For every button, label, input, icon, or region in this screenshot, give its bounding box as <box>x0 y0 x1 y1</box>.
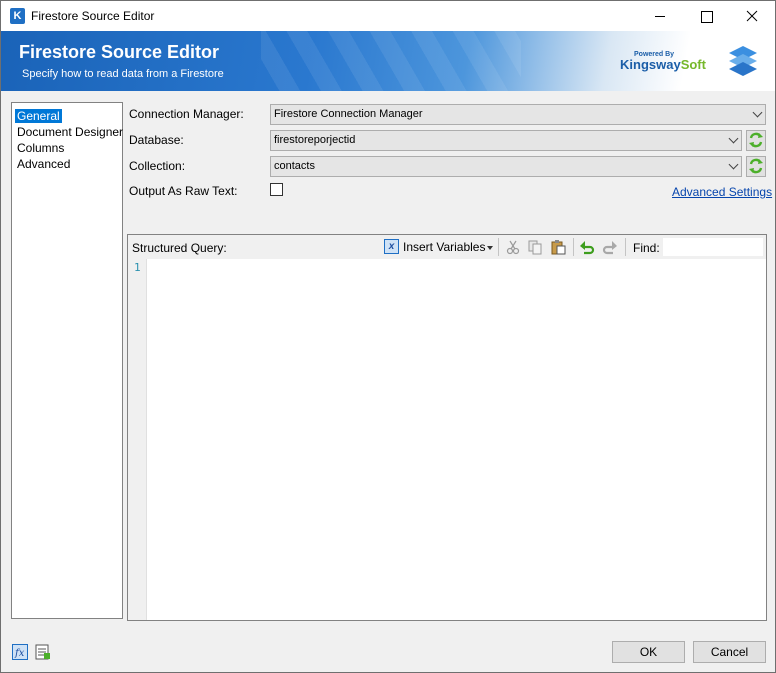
expression-fx-icon[interactable]: fx <box>12 644 28 660</box>
raw-text-label: Output As Raw Text: <box>129 184 238 198</box>
kingswaysoft-k-icon: K <box>10 8 25 24</box>
maximize-button[interactable] <box>683 1 729 31</box>
query-editor[interactable]: 1 <box>128 259 766 620</box>
firestore-logo-icon <box>729 46 757 76</box>
collection-refresh-button[interactable] <box>746 156 766 177</box>
cut-icon[interactable] <box>505 239 521 255</box>
undo-icon[interactable] <box>579 239 595 255</box>
structured-query-panel: Structured Query: x Insert Variables Fin… <box>127 234 767 621</box>
redo-icon[interactable] <box>602 239 618 255</box>
window-title: Firestore Source Editor <box>31 9 155 23</box>
ok-button[interactable]: OK <box>612 641 685 663</box>
kingswaysoft-logo: Powered By KingswaySoft <box>618 49 713 77</box>
nav-list: General Document Designer Columns Advanc… <box>11 102 123 619</box>
nav-item-label: Advanced <box>17 157 71 171</box>
collection-label: Collection: <box>129 159 186 173</box>
database-value: firestoreporjectid <box>274 134 356 146</box>
banner-title: Firestore Source Editor <box>19 42 220 62</box>
advanced-settings-link[interactable]: Advanced Settings <box>672 185 772 199</box>
nav-item-label: General <box>15 109 62 123</box>
database-refresh-button[interactable] <box>746 130 766 151</box>
title-bar[interactable]: K Firestore Source Editor <box>1 1 775 31</box>
find-input[interactable] <box>663 238 763 256</box>
connection-manager-value: Firestore Connection Manager <box>274 108 423 120</box>
banner-subtitle: Specify how to read data from a Firestor… <box>22 68 224 80</box>
nav-item-document-designer[interactable]: Document Designer <box>12 124 124 140</box>
refresh-icon <box>749 132 763 148</box>
raw-text-checkbox[interactable] <box>270 183 283 196</box>
brand-name: KingswaySoft <box>620 57 706 72</box>
connection-manager-label: Connection Manager: <box>129 107 244 121</box>
line-number-gutter: 1 <box>128 259 147 620</box>
chevron-down-icon <box>728 133 739 144</box>
structured-query-label: Structured Query: <box>132 241 227 255</box>
chevron-down-icon <box>752 107 763 118</box>
nav-item-label: Columns <box>17 141 65 155</box>
insert-variables-label: Insert Variables <box>403 240 486 254</box>
find-label: Find: <box>633 241 660 255</box>
collection-select[interactable]: contacts <box>270 156 742 177</box>
toolbar-separator <box>573 238 574 256</box>
chevron-down-icon <box>728 159 739 170</box>
copy-icon[interactable] <box>527 239 543 255</box>
variables-grid-icon[interactable] <box>35 644 51 660</box>
svg-text:fx: fx <box>14 648 25 659</box>
connection-manager-select[interactable]: Firestore Connection Manager <box>270 104 766 125</box>
database-select[interactable]: firestoreporjectid <box>270 130 742 151</box>
close-button[interactable] <box>729 1 775 31</box>
collection-value: contacts <box>274 160 315 172</box>
toolbar-separator <box>498 238 499 256</box>
dropdown-caret-icon <box>487 246 493 250</box>
refresh-icon <box>749 158 763 174</box>
paste-icon[interactable] <box>550 239 566 255</box>
header-banner: Firestore Source Editor Specify how to r… <box>1 31 775 91</box>
nav-item-label: Document Designer <box>17 125 124 139</box>
nav-item-advanced[interactable]: Advanced <box>12 156 122 172</box>
nav-item-general[interactable]: General <box>12 108 122 124</box>
close-icon <box>746 10 758 22</box>
nav-item-columns[interactable]: Columns <box>12 140 122 156</box>
toolbar-separator <box>625 238 626 256</box>
minimize-button[interactable] <box>637 1 683 31</box>
variable-x-icon: x <box>384 239 399 254</box>
editor-window: K Firestore Source Editor Firestore Sour… <box>0 0 776 673</box>
brand-name-a: Kingsway <box>620 57 681 72</box>
brand-name-b: Soft <box>680 57 706 72</box>
cancel-button[interactable]: Cancel <box>693 641 766 663</box>
database-label: Database: <box>129 133 184 147</box>
line-number: 1 <box>134 261 141 274</box>
query-toolbar: Structured Query: x Insert Variables Fin… <box>128 235 766 259</box>
